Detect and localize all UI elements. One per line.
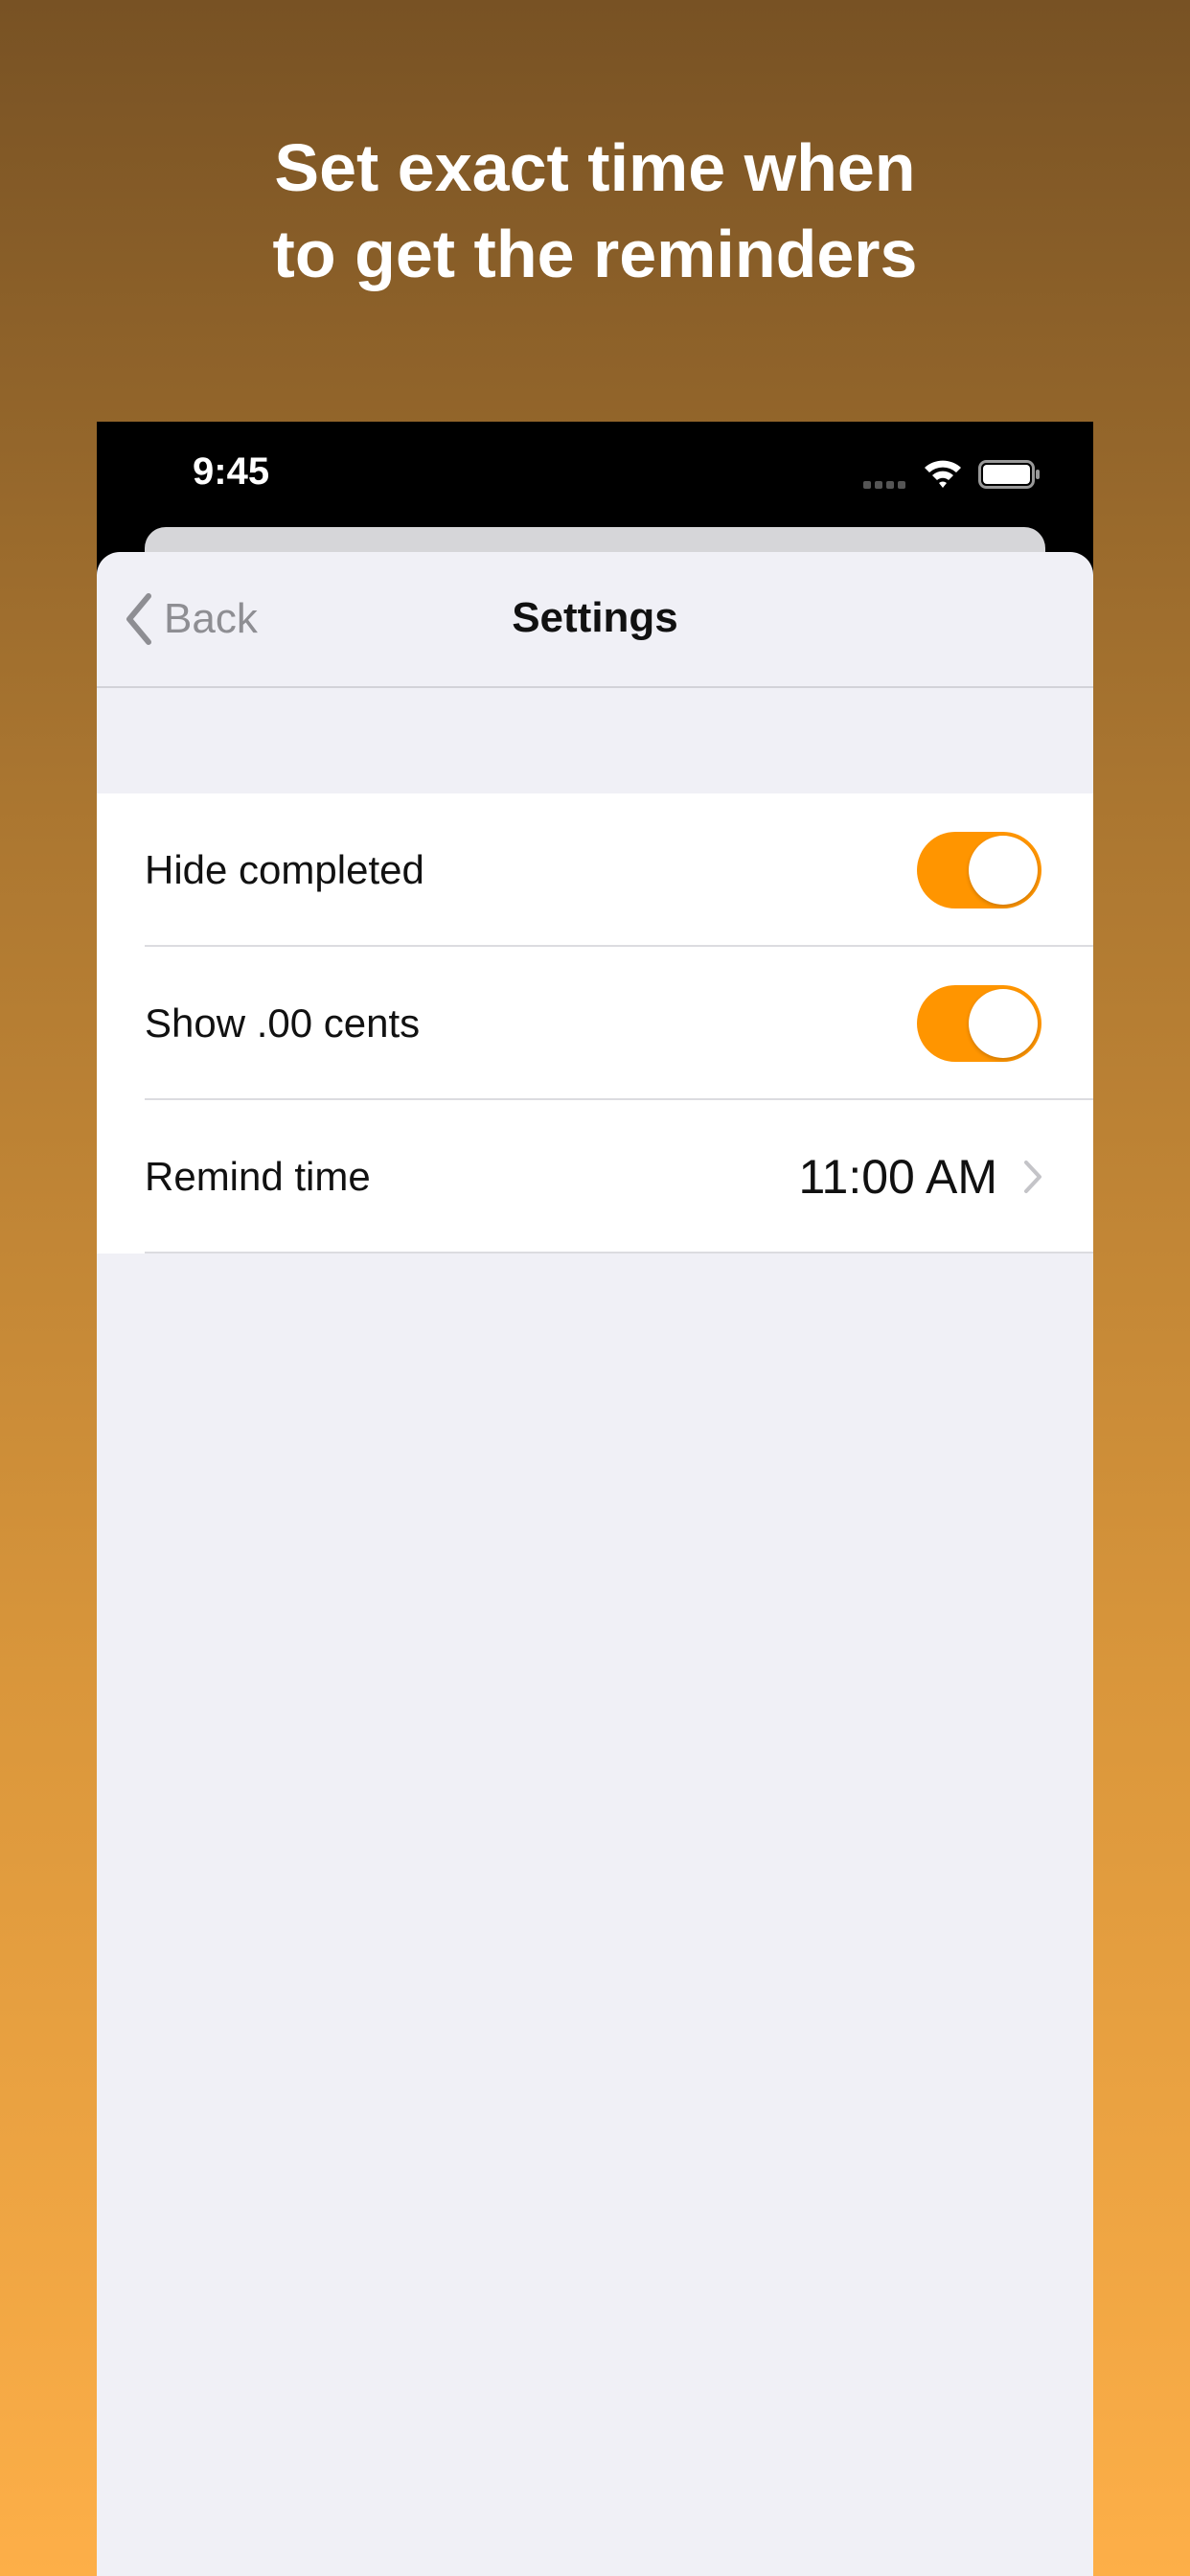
setting-label: Hide completed: [145, 847, 424, 892]
headline-line-2: to get the reminders: [272, 217, 918, 291]
setting-row-remind-time[interactable]: Remind time 11:00 AM: [97, 1100, 1093, 1254]
wifi-icon: [925, 460, 961, 488]
row-divider: [145, 1252, 1093, 1254]
setting-label: Show .00 cents: [145, 1000, 421, 1046]
settings-list: Hide completed Show .00 cents Remind tim…: [97, 794, 1093, 1254]
chevron-right-icon: [1024, 1161, 1041, 1193]
promo-headline: Set exact time when to get the reminders: [0, 125, 1190, 297]
headline-line-1: Set exact time when: [274, 130, 916, 205]
toggle-knob: [969, 836, 1038, 905]
show-cents-toggle[interactable]: [917, 985, 1041, 1062]
toggle-knob: [969, 989, 1038, 1058]
navigation-bar: Back Settings: [97, 552, 1093, 688]
phone-screen: 9:45 Back Settings Hide completed Show .…: [97, 422, 1093, 2576]
page-title: Settings: [512, 594, 678, 641]
setting-row-hide-completed: Hide completed: [97, 794, 1093, 947]
setting-label: Remind time: [145, 1154, 371, 1199]
remind-time-value: 11:00 AM: [798, 1150, 997, 1204]
battery-icon: [978, 460, 1040, 489]
hide-completed-toggle[interactable]: [917, 832, 1041, 908]
signal-icon: [863, 481, 905, 489]
status-time: 9:45: [193, 450, 270, 493]
setting-row-show-cents: Show .00 cents: [97, 947, 1093, 1100]
settings-sheet: Back Settings Hide completed Show .00 ce…: [97, 552, 1093, 2576]
